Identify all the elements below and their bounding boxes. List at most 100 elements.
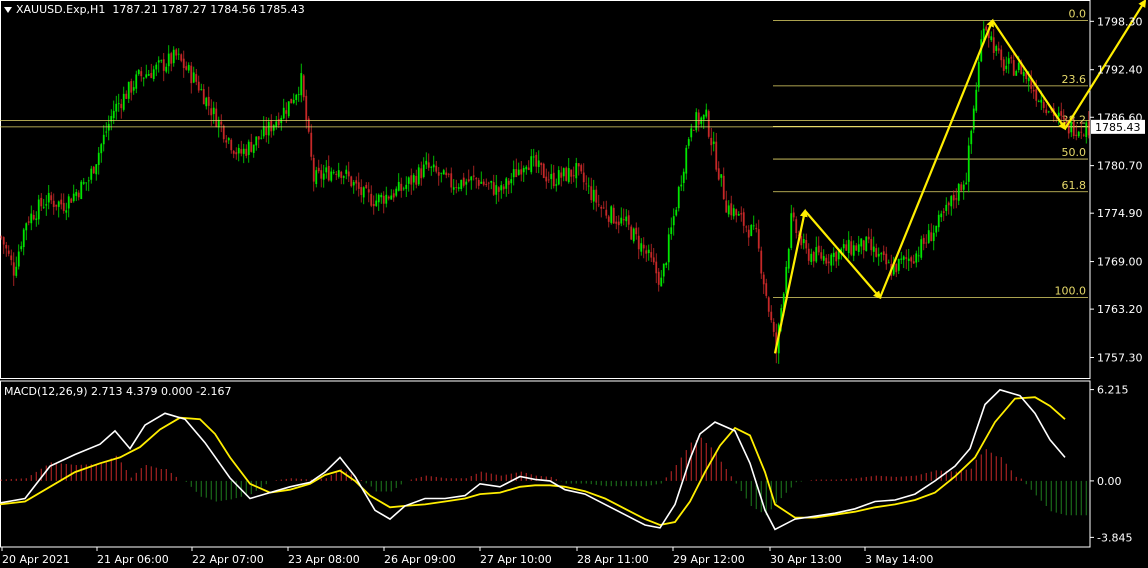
candle: [1000, 45, 1003, 68]
candle: [97, 147, 100, 175]
candle: [1005, 56, 1008, 73]
candle: [475, 177, 478, 189]
candle: [227, 137, 230, 145]
fibonacci-retracement[interactable]: 0.023.638.250.061.8100.0: [773, 7, 1088, 299]
time-tick-label: 23 Apr 08:00: [288, 553, 360, 566]
candle: [192, 66, 195, 84]
candle: [1037, 99, 1040, 103]
candle: [677, 185, 680, 212]
candle: [495, 174, 498, 205]
candle: [905, 249, 908, 270]
candle: [960, 181, 963, 192]
candle: [235, 147, 238, 160]
candle: [917, 246, 920, 263]
candle: [1045, 104, 1048, 116]
candle: [420, 161, 423, 186]
candle: [967, 137, 970, 193]
candle: [525, 165, 528, 175]
candle: [2, 236, 5, 254]
candle: [155, 62, 158, 77]
candle: [95, 164, 98, 181]
candle: [512, 160, 515, 186]
candle: [412, 173, 415, 191]
candle: [792, 207, 795, 222]
candle: [42, 198, 45, 209]
candle: [225, 135, 228, 149]
dropdown-triangle-icon[interactable]: [4, 7, 12, 13]
candle: [730, 195, 733, 221]
candle: [427, 153, 430, 171]
candle: [872, 236, 875, 263]
candle: [592, 179, 595, 210]
candle: [665, 261, 668, 268]
candle: [237, 144, 240, 162]
candle: [432, 155, 435, 172]
candle: [612, 204, 615, 224]
candle: [7, 245, 10, 257]
candle: [657, 268, 660, 292]
candle: [667, 227, 670, 271]
candle: [102, 125, 105, 152]
candle: [462, 172, 465, 188]
candle: [675, 207, 678, 217]
candle: [995, 44, 998, 56]
candle: [732, 204, 735, 220]
candle: [850, 236, 853, 257]
candle: [242, 143, 245, 164]
candle: [590, 177, 593, 203]
candle: [795, 216, 798, 239]
candle: [397, 173, 400, 192]
candle: [877, 247, 880, 266]
candle: [132, 80, 135, 95]
candle: [142, 77, 145, 87]
candle: [465, 178, 468, 196]
candle: [200, 83, 203, 91]
chart-canvas[interactable]: 0.023.638.250.061.8100.0 1798.301792.401…: [0, 0, 1148, 568]
candle: [805, 233, 808, 254]
candle: [945, 197, 948, 216]
candle: [435, 160, 438, 174]
candle: [290, 98, 293, 104]
candle: [230, 138, 233, 154]
candle: [672, 208, 675, 236]
candle: [55, 204, 58, 211]
candle: [245, 144, 248, 159]
candle: [100, 142, 103, 163]
candle: [485, 178, 488, 187]
wave-arrow[interactable]: [773, 208, 808, 354]
candle: [745, 225, 748, 233]
candle: [650, 243, 653, 263]
candle: [367, 182, 370, 203]
candle: [335, 170, 338, 181]
candle: [762, 271, 765, 294]
candle: [275, 115, 278, 130]
candle: [422, 157, 425, 179]
candle: [10, 249, 13, 266]
candle: [492, 174, 495, 196]
price-tick-label: 1763.20: [1097, 303, 1143, 316]
candle: [1082, 133, 1085, 137]
candle: [15, 256, 18, 278]
candle: [440, 172, 443, 183]
candle: [712, 131, 715, 152]
candle: [140, 66, 143, 82]
price-tick-label: 1757.30: [1097, 352, 1143, 365]
candle: [315, 166, 318, 188]
horizontal-price-lines[interactable]: [0, 120, 1090, 128]
candle: [455, 179, 458, 194]
candle: [815, 236, 818, 264]
candle: [972, 105, 975, 134]
candle: [167, 45, 170, 74]
candle: [502, 184, 505, 194]
candle: [635, 222, 638, 240]
candle: [457, 183, 460, 192]
candle: [757, 219, 760, 252]
candle: [437, 167, 440, 186]
candle: [150, 63, 153, 79]
candle: [965, 172, 968, 185]
candle: [375, 193, 378, 207]
candle: [60, 193, 63, 210]
candle: [865, 236, 868, 252]
candle: [557, 166, 560, 186]
macd-tick-label: -3.845: [1097, 531, 1132, 544]
